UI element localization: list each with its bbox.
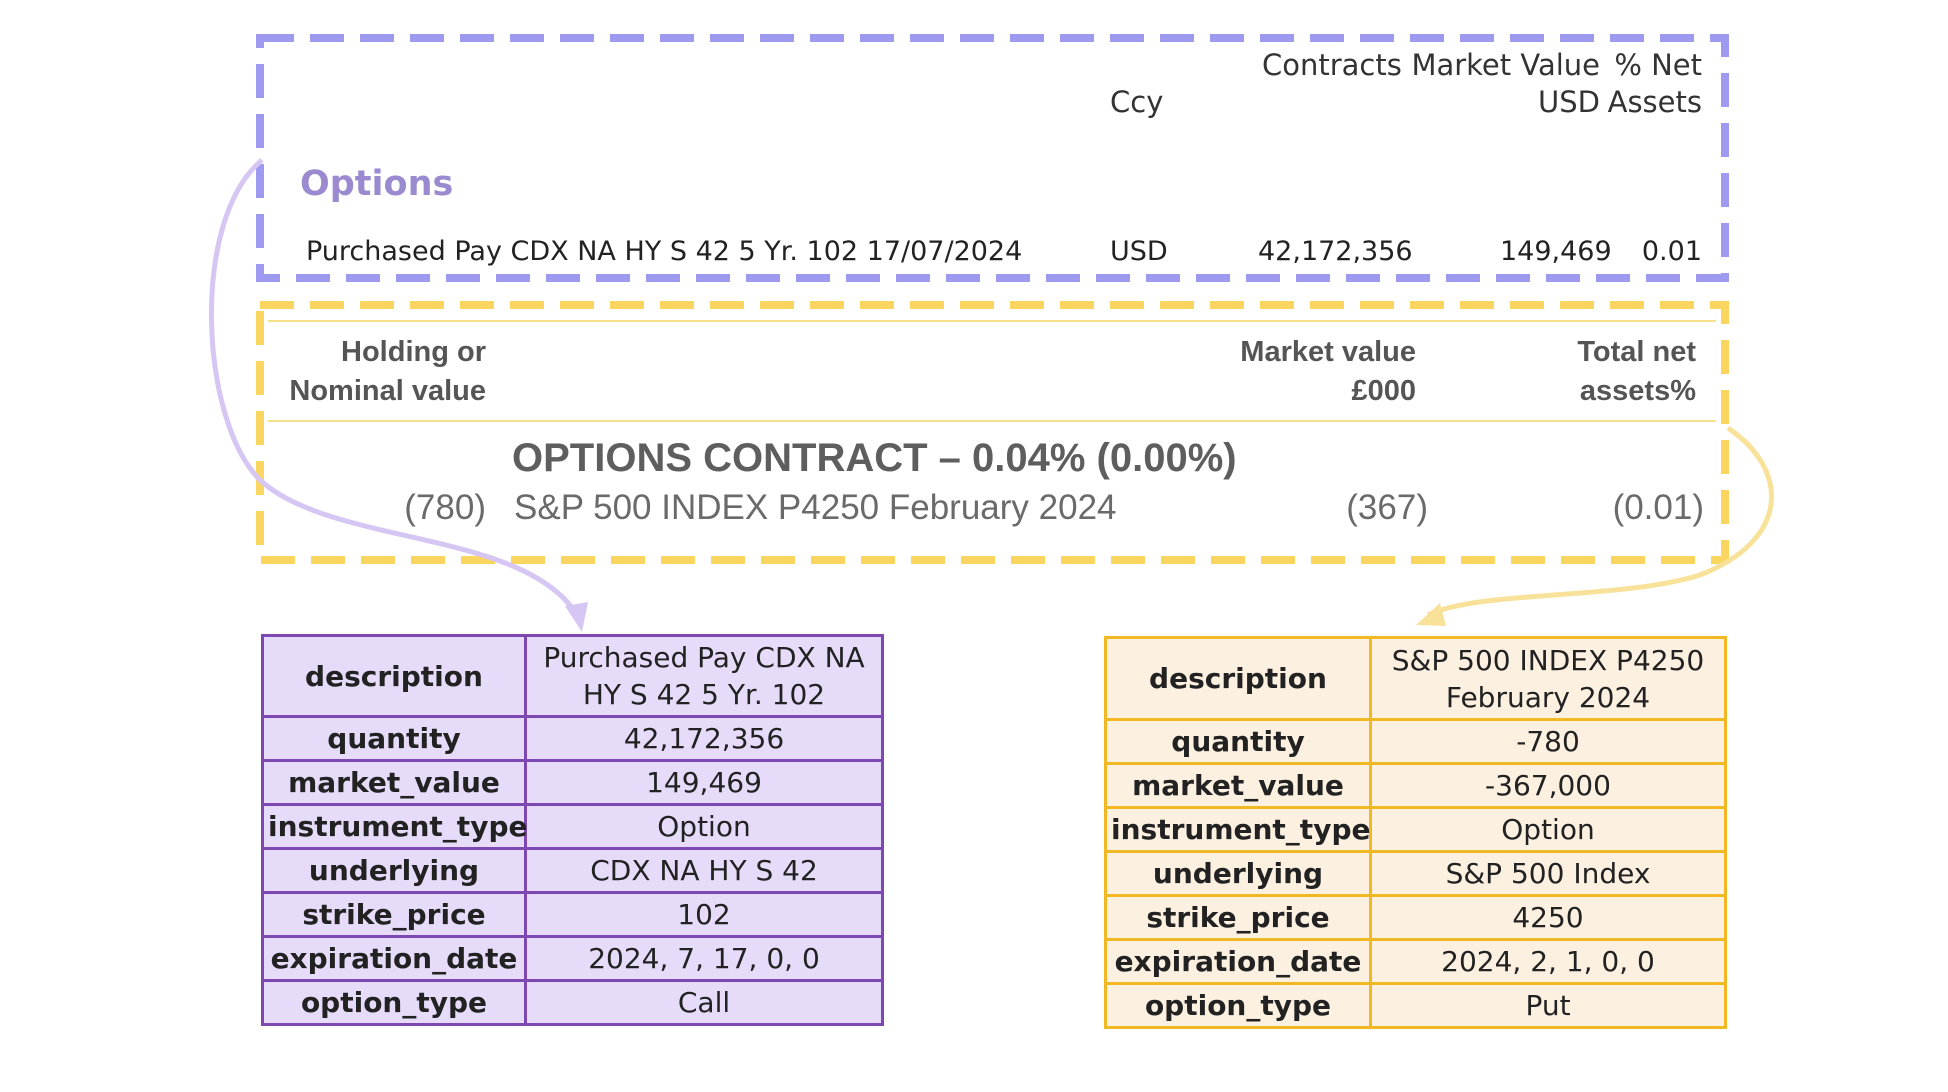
total-net-assets-header-line1: Total net (1577, 336, 1696, 368)
purple-row-description: Purchased Pay CDX NA HY S 42 5 Yr. 102 1… (306, 236, 1023, 267)
options-contract-section-title: OPTIONS CONTRACT – 0.04% (0.00%) (512, 436, 1237, 480)
sp500-row-market-value: market_value -367,000 (1104, 762, 1727, 809)
cdx-row-instrument-type: instrument_type Option (261, 803, 884, 850)
extracted-table-cdx: description Purchased Pay CDX NA HY S 42 … (261, 634, 884, 1026)
sp500-field-key: market_value (1104, 762, 1372, 809)
options-section-title: Options (300, 164, 454, 204)
holding-header-line1: Holding or (341, 336, 486, 368)
purple-arrowhead (565, 602, 588, 632)
sp500-row-option-type: option_type Put (1104, 982, 1727, 1029)
cdx-row-underlying: underlying CDX NA HY S 42 (261, 847, 884, 894)
sp500-field-value: S&P 500 INDEX P4250 February 2024 (1369, 636, 1727, 721)
sp500-field-value: Option (1369, 806, 1727, 853)
yellow-arrowhead (1416, 603, 1446, 626)
purple-row-market-value: 149,469 (1500, 236, 1612, 267)
cdx-field-key: quantity (261, 715, 527, 762)
net-assets-header-line2: Assets (1607, 85, 1702, 119)
net-assets-header-line1: % Net (1614, 48, 1702, 82)
cdx-field-key: description (261, 634, 527, 718)
cdx-field-key: underlying (261, 847, 527, 894)
cdx-field-value: 42,172,356 (524, 715, 884, 762)
cdx-row-strike-price: strike_price 102 (261, 891, 884, 938)
sp500-row-strike-price: strike_price 4250 (1104, 894, 1727, 941)
yellow-header-top-rule (268, 320, 1716, 322)
sp500-field-value: Put (1369, 982, 1727, 1029)
sp500-field-key: strike_price (1104, 894, 1372, 941)
market-value-usd-header: Market Value USD (1410, 47, 1600, 121)
sp500-row-expiration-date: expiration_date 2024, 2, 1, 0, 0 (1104, 938, 1727, 985)
cdx-field-value: Purchased Pay CDX NA HY S 42 5 Yr. 102 (524, 634, 884, 718)
sp500-field-key: option_type (1104, 982, 1372, 1029)
ccy-header: Ccy (1110, 85, 1164, 119)
yellow-row-holding: (780) (404, 488, 486, 527)
purple-row-ccy: USD (1110, 236, 1168, 267)
cdx-field-value: 2024, 7, 17, 0, 0 (524, 935, 884, 982)
cdx-row-expiration-date: expiration_date 2024, 7, 17, 0, 0 (261, 935, 884, 982)
holding-nominal-header: Holding or Nominal value (260, 333, 486, 411)
sp500-row-description: description S&P 500 INDEX P4250 February … (1104, 636, 1727, 721)
sp500-field-key: description (1104, 636, 1372, 721)
sp500-field-value: 2024, 2, 1, 0, 0 (1369, 938, 1727, 985)
sp500-field-key: underlying (1104, 850, 1372, 897)
total-net-assets-header: Total net assets% (1500, 333, 1696, 411)
sp500-row-instrument-type: instrument_type Option (1104, 806, 1727, 853)
sp500-field-key: instrument_type (1104, 806, 1372, 853)
yellow-row-market-value: (367) (1346, 488, 1428, 527)
cdx-row-quantity: quantity 42,172,356 (261, 715, 884, 762)
market-value-header-line1: Market Value (1411, 48, 1600, 82)
market-value-gbp-header: Market value £000 (1200, 333, 1416, 411)
cdx-field-key: expiration_date (261, 935, 527, 982)
sp500-field-value: 4250 (1369, 894, 1727, 941)
cdx-field-value: 149,469 (524, 759, 884, 806)
sp500-row-quantity: quantity -780 (1104, 718, 1727, 765)
purple-row-net-assets: 0.01 (1641, 236, 1702, 267)
market-value-header-line2: USD (1538, 85, 1600, 119)
yellow-row-description: S&P 500 INDEX P4250 February 2024 (514, 488, 1117, 527)
extraction-diagram: Ccy Contracts Market Value USD % Net Ass… (0, 0, 1948, 1092)
contracts-header: Contracts (1262, 48, 1402, 82)
cdx-field-value: 102 (524, 891, 884, 938)
sp500-field-value: -367,000 (1369, 762, 1727, 809)
cdx-row-description: description Purchased Pay CDX NA HY S 42 … (261, 634, 884, 718)
yellow-header-bottom-rule (268, 420, 1716, 422)
cdx-field-key: instrument_type (261, 803, 527, 850)
sp500-field-value: S&P 500 Index (1369, 850, 1727, 897)
sp500-field-value: -780 (1369, 718, 1727, 765)
cdx-field-key: strike_price (261, 891, 527, 938)
yellow-row-total-net-assets: (0.01) (1612, 488, 1704, 527)
cdx-field-value: CDX NA HY S 42 (524, 847, 884, 894)
market-value-gbp-header-line2: £000 (1351, 375, 1416, 407)
cdx-field-value: Option (524, 803, 884, 850)
sp500-field-key: expiration_date (1104, 938, 1372, 985)
cdx-field-key: market_value (261, 759, 527, 806)
cdx-field-value: Call (524, 979, 884, 1026)
extracted-table-sp500: description S&P 500 INDEX P4250 February … (1104, 636, 1727, 1029)
cdx-field-key: option_type (261, 979, 527, 1026)
total-net-assets-header-line2: assets% (1579, 375, 1696, 407)
sp500-row-underlying: underlying S&P 500 Index (1104, 850, 1727, 897)
sp500-field-key: quantity (1104, 718, 1372, 765)
purple-row-contracts: 42,172,356 (1258, 236, 1413, 267)
cdx-row-option-type: option_type Call (261, 979, 884, 1026)
market-value-gbp-header-line1: Market value (1240, 336, 1416, 368)
net-assets-header: % Net Assets (1606, 47, 1702, 121)
cdx-row-market-value: market_value 149,469 (261, 759, 884, 806)
holding-header-line2: Nominal value (289, 375, 486, 407)
